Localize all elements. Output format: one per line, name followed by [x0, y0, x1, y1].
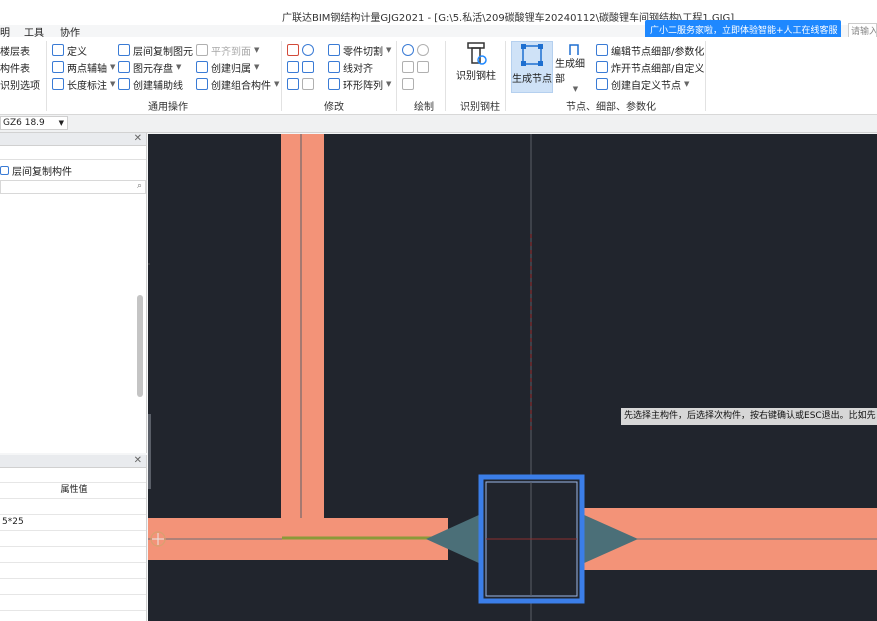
scrollbar[interactable] — [137, 295, 143, 397]
group-label-recognize: 识别钢柱 — [460, 102, 500, 113]
divider — [396, 41, 397, 111]
copy-floor-elements-button[interactable]: 层间复制图元 — [118, 42, 193, 58]
prop-row[interactable] — [0, 547, 146, 563]
column-icon — [467, 42, 487, 65]
length-dim-button[interactable]: 长度标注 ▼ — [52, 76, 115, 92]
chevron-down-icon: ▼ — [58, 119, 64, 127]
dimension-icon — [52, 78, 64, 90]
arc-icon — [417, 44, 429, 56]
mirror-icon — [302, 61, 314, 73]
combo-icon — [196, 78, 208, 90]
detail-icon — [569, 44, 579, 55]
copy-icon — [0, 166, 9, 175]
create-custom-node-button[interactable]: 创建自定义节点 ▼ — [596, 76, 689, 92]
rotate-icon — [302, 44, 314, 56]
part-cut-button[interactable]: 零件切割 ▼ — [328, 42, 391, 58]
vertical-beam[interactable] — [281, 134, 324, 558]
status-hint: 先选择主构件，后选择次构件，按右键确认或ESC退出。比如先 — [621, 408, 877, 425]
model-view[interactable] — [148, 134, 877, 621]
generate-detail-button[interactable]: 生成细部 ▼ — [555, 41, 593, 93]
align-icon — [328, 61, 340, 73]
copy-button[interactable] — [287, 59, 317, 75]
secondary-toolbar: GZ6 18.9 ▼ — [0, 115, 877, 133]
prop-header: 属性值 — [0, 483, 146, 499]
line-draw-button[interactable] — [402, 59, 432, 75]
rect-draw-button[interactable] — [402, 76, 417, 92]
copy-icon — [118, 44, 130, 56]
group-icon — [196, 61, 208, 73]
array-icon — [328, 78, 340, 90]
properties-panel: ✕ 属性值 5*25 — [0, 455, 147, 621]
panel-header: ✕ — [0, 133, 146, 146]
move-button[interactable] — [287, 76, 317, 92]
flat-view-button[interactable]: 平齐到面 ▼ — [196, 42, 259, 58]
define-icon — [52, 44, 64, 56]
trash-icon — [287, 44, 299, 56]
prop-row[interactable] — [0, 595, 146, 611]
split-node-detail-button[interactable]: 炸开节点细部/自定义 — [596, 59, 704, 75]
prop-row[interactable]: 5*25 — [0, 515, 146, 531]
save-elements-button[interactable]: 图元存盘 ▼ — [118, 59, 181, 75]
prop-row[interactable] — [0, 563, 146, 579]
drawing-canvas[interactable] — [148, 134, 877, 621]
component-search-input[interactable]: ⌕ — [0, 180, 146, 194]
copy-floor-component-button[interactable]: 层间复制构件 — [0, 163, 72, 178]
divider — [505, 41, 506, 111]
panel-toolbar — [0, 146, 146, 160]
ribbon: 楼层表 构件表 识别选项 定义 两点辅轴 ▼ 长度标注 ▼ 层间复制图元 图元存盘 ▼… — [0, 37, 877, 115]
two-point-axis-button[interactable]: 两点辅轴 ▼ — [52, 59, 115, 75]
close-icon[interactable]: ✕ — [134, 133, 142, 144]
flat-icon — [196, 44, 208, 56]
line-align-button[interactable]: 线对齐 — [328, 59, 373, 75]
recognize-options-button[interactable]: 识别选项 — [0, 76, 40, 92]
group-label-draw: 绘制 — [414, 102, 434, 113]
ring-array-button[interactable]: 环形阵列 ▼ — [328, 76, 391, 92]
group-label-modify: 修改 — [324, 102, 344, 113]
prop-row[interactable] — [0, 531, 146, 547]
point-icon — [402, 44, 414, 56]
component-combo[interactable]: GZ6 18.9 ▼ — [0, 116, 68, 130]
extend-icon — [302, 78, 314, 90]
prop-row[interactable] — [0, 579, 146, 595]
splitter-handle[interactable] — [148, 414, 151, 489]
group-label-common: 通用操作 — [148, 102, 188, 113]
split-icon — [596, 61, 608, 73]
define-button[interactable]: 定义 — [52, 42, 87, 58]
recognize-column-button[interactable]: 识别钢柱 — [452, 41, 500, 85]
edit-node-icon — [596, 44, 608, 56]
node-icon — [521, 44, 543, 66]
edit-node-detail-button[interactable]: 编辑节点细部/参数化 — [596, 42, 704, 58]
copy-icon — [287, 61, 299, 73]
component-table-button[interactable]: 构件表 — [0, 59, 30, 75]
divider — [705, 41, 706, 111]
divider — [46, 41, 47, 111]
panel-header: ✕ — [0, 455, 146, 468]
cut-icon — [328, 44, 340, 56]
create-combo-component-button[interactable]: 创建组合构件 ▼ — [196, 76, 279, 92]
divider — [445, 41, 446, 111]
custom-node-icon — [596, 78, 608, 90]
point-draw-button[interactable] — [402, 42, 432, 58]
divider — [281, 41, 282, 111]
rect-icon — [402, 78, 414, 90]
line-icon — [402, 61, 414, 73]
line-icon — [118, 78, 130, 90]
delete-button[interactable] — [287, 42, 317, 58]
generate-node-button[interactable]: 生成节点 — [511, 41, 553, 93]
create-aux-line-button[interactable]: 创建辅助线 — [118, 76, 183, 92]
save-icon — [118, 61, 130, 73]
component-panel: ✕ 层间复制构件 ⌕ — [0, 133, 147, 453]
move-icon — [287, 78, 299, 90]
axis-icon — [52, 61, 64, 73]
floor-table-button[interactable]: 楼层表 — [0, 42, 30, 58]
group-label-nodes: 节点、细部、参数化 — [566, 102, 656, 113]
create-group-floor-button[interactable]: 创建归属 ▼ — [196, 59, 259, 75]
close-icon[interactable]: ✕ — [134, 455, 142, 466]
prop-row[interactable] — [0, 499, 146, 515]
search-icon: ⌕ — [136, 181, 142, 191]
curve-icon — [417, 61, 429, 73]
